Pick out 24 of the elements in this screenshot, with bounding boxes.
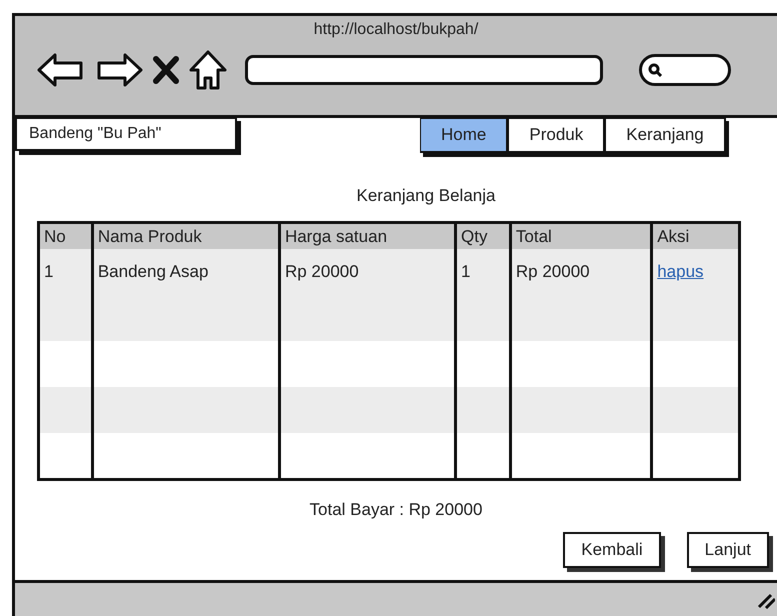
nav-tab[interactable]: Keranjang [605, 117, 726, 152]
home-icon[interactable] [189, 50, 227, 90]
column-header: Nama Produk [98, 226, 202, 246]
nav-tab[interactable]: Produk [508, 117, 606, 152]
search-field[interactable] [639, 54, 731, 86]
total-text: Total Bayar : Rp 20000 [310, 498, 482, 520]
nav-tab[interactable]: Home [420, 117, 508, 152]
address-field[interactable] [245, 55, 603, 85]
column-header: Harga satuan [284, 226, 388, 246]
column-header: Aksi [657, 226, 690, 246]
search-icon [648, 63, 662, 77]
back-icon[interactable] [37, 52, 85, 88]
column-header: No [44, 226, 66, 246]
close-icon[interactable] [153, 56, 179, 84]
page-heading: Keranjang Belanja [356, 185, 496, 207]
forward-icon[interactable] [95, 52, 143, 88]
table-cell: Rp 20000 [516, 262, 590, 281]
table-cell: Bandeng Asap [98, 262, 208, 281]
table-cell: Rp 20000 [284, 262, 359, 281]
table-cell: 1 [44, 262, 54, 281]
column-header: Total [516, 226, 552, 246]
url-text: http://localhost/bukpah/ [314, 20, 478, 40]
table-cell: 1 [461, 262, 470, 281]
column-header: Qty [461, 226, 488, 246]
